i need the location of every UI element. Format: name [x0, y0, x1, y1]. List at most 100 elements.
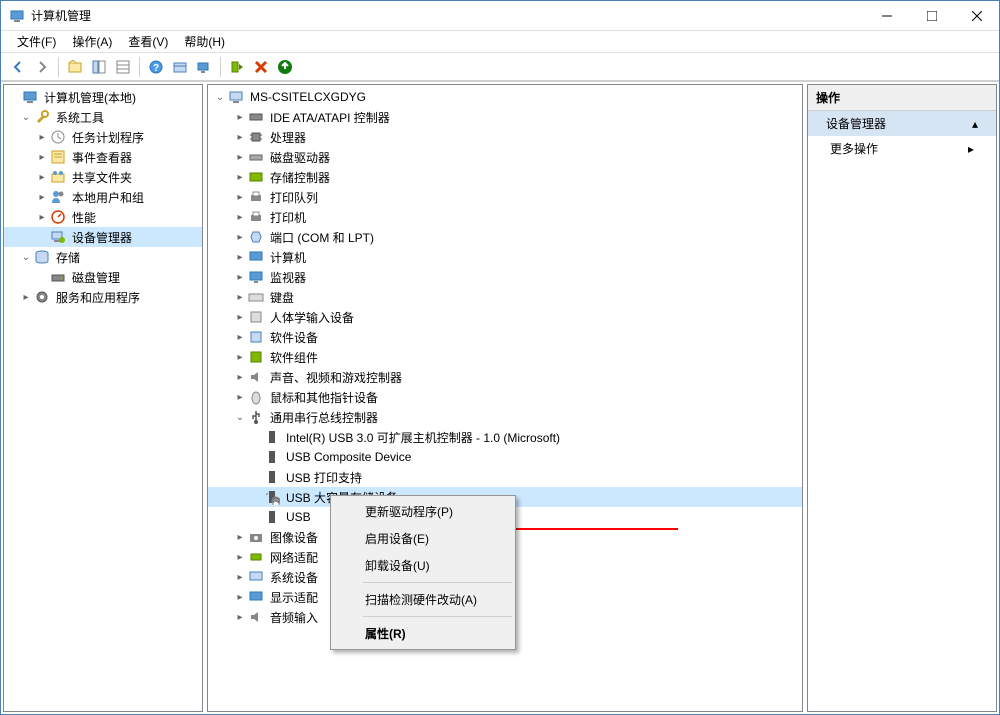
content-area: ▸ 计算机管理(本地) ⌄ 系统工具 ▸ 任务计划程序 ▸ 事件	[1, 81, 999, 714]
props-toolbar-button[interactable]	[88, 56, 110, 78]
expand-icon[interactable]: ▸	[34, 132, 50, 143]
tree-performance[interactable]: ▸ 性能	[4, 207, 202, 227]
collapse-icon[interactable]: ⌄	[232, 412, 248, 423]
tree-shared-folders[interactable]: ▸ 共享文件夹	[4, 167, 202, 187]
device-software-devices[interactable]: ▸软件设备	[208, 327, 802, 347]
device-ide[interactable]: ▸IDE ATA/ATAPI 控制器	[208, 107, 802, 127]
forward-button[interactable]	[31, 56, 53, 78]
expand-icon[interactable]: ▸	[34, 192, 50, 203]
expand-icon[interactable]: ▸	[232, 612, 248, 623]
expand-icon[interactable]: ▸	[232, 312, 248, 323]
list-toolbar-button[interactable]	[112, 56, 134, 78]
window-controls	[864, 1, 999, 30]
view-toolbar-button[interactable]	[169, 56, 191, 78]
device-software-components[interactable]: ▸软件组件	[208, 347, 802, 367]
device-keyboards[interactable]: ▸键盘	[208, 287, 802, 307]
tree-root[interactable]: ▸ 计算机管理(本地)	[4, 87, 202, 107]
menu-help[interactable]: 帮助(H)	[176, 31, 233, 52]
context-scan-hardware[interactable]: 扫描检测硬件改动(A)	[333, 586, 513, 613]
audio-input-icon	[248, 609, 264, 625]
menu-file[interactable]: 文件(F)	[9, 31, 64, 52]
expand-icon[interactable]: ▸	[232, 572, 248, 583]
help-toolbar-button[interactable]: ?	[145, 56, 167, 78]
tree-local-users[interactable]: ▸ 本地用户和组	[4, 187, 202, 207]
expand-icon[interactable]: ▸	[232, 532, 248, 543]
device-storage-controllers[interactable]: ▸存储控制器	[208, 167, 802, 187]
actions-main[interactable]: 设备管理器 ▴	[808, 111, 996, 136]
expand-icon[interactable]: ▸	[232, 112, 248, 123]
tree-device-manager[interactable]: ▸ 设备管理器	[4, 227, 202, 247]
monitor-icon	[248, 269, 264, 285]
context-update-driver[interactable]: 更新驱动程序(P)	[333, 498, 513, 525]
expand-icon[interactable]: ▸	[232, 292, 248, 303]
collapse-icon[interactable]: ⌄	[18, 252, 34, 263]
device-tree-pane: ⌄MS-CSITELCXGDYG ▸IDE ATA/ATAPI 控制器 ▸处理器…	[207, 84, 803, 712]
expand-icon[interactable]: ▸	[232, 232, 248, 243]
device-computer[interactable]: ▸计算机	[208, 247, 802, 267]
tree-storage[interactable]: ⌄ 存储	[4, 247, 202, 267]
device-usb-composite[interactable]: USB Composite Device	[208, 447, 802, 467]
expand-icon[interactable]: ▸	[34, 152, 50, 163]
device-usb-controllers[interactable]: ⌄通用串行总线控制器	[208, 407, 802, 427]
device-usb-print[interactable]: USB 打印支持	[208, 467, 802, 487]
collapse-icon[interactable]: ⌄	[18, 112, 34, 123]
device-disk-drives[interactable]: ▸磁盘驱动器	[208, 147, 802, 167]
actions-more[interactable]: 更多操作 ▸	[808, 136, 996, 161]
disable-toolbar-button[interactable]	[250, 56, 272, 78]
device-print-queues[interactable]: ▸打印队列	[208, 187, 802, 207]
device-printers[interactable]: ▸ 打印机	[208, 207, 802, 227]
display-icon	[248, 589, 264, 605]
tree-task-scheduler[interactable]: ▸ 任务计划程序	[4, 127, 202, 147]
back-button[interactable]	[7, 56, 29, 78]
expand-icon[interactable]: ▸	[232, 192, 248, 203]
device-label: Intel(R) USB 3.0 可扩展主机控制器 - 1.0 (Microso…	[284, 428, 562, 447]
menu-action[interactable]: 操作(A)	[64, 31, 120, 52]
device-mice[interactable]: ▸鼠标和其他指针设备	[208, 387, 802, 407]
tree-disk-management[interactable]: ▸ 磁盘管理	[4, 267, 202, 287]
device-usb-xhci[interactable]: Intel(R) USB 3.0 可扩展主机控制器 - 1.0 (Microso…	[208, 427, 802, 447]
device-processors[interactable]: ▸处理器	[208, 127, 802, 147]
expand-icon[interactable]: ▸	[232, 372, 248, 383]
collapse-icon[interactable]: ⌄	[212, 92, 228, 103]
update-toolbar-button[interactable]	[274, 56, 296, 78]
device-hid[interactable]: ▸人体学输入设备	[208, 307, 802, 327]
tree-system-tools[interactable]: ⌄ 系统工具	[4, 107, 202, 127]
expand-icon[interactable]: ▸	[18, 292, 34, 303]
context-uninstall-device[interactable]: 卸载设备(U)	[333, 552, 513, 579]
navigation-tree[interactable]: ▸ 计算机管理(本地) ⌄ 系统工具 ▸ 任务计划程序 ▸ 事件	[4, 85, 202, 309]
close-button[interactable]	[954, 1, 999, 30]
expand-icon[interactable]: ▸	[232, 552, 248, 563]
device-label: 声音、视频和游戏控制器	[268, 368, 404, 387]
expand-icon[interactable]: ▸	[34, 172, 50, 183]
expand-icon[interactable]: ▸	[34, 212, 50, 223]
tree-services[interactable]: ▸ 服务和应用程序	[4, 287, 202, 307]
clock-icon	[50, 129, 66, 145]
expand-icon[interactable]: ▸	[232, 172, 248, 183]
tree-event-viewer[interactable]: ▸ 事件查看器	[4, 147, 202, 167]
expand-icon[interactable]: ▸	[232, 592, 248, 603]
maximize-button[interactable]	[909, 1, 954, 30]
expand-icon[interactable]: ▸	[232, 272, 248, 283]
device-label: USB 打印支持	[284, 468, 364, 487]
context-properties[interactable]: 属性(R)	[333, 620, 513, 647]
expand-icon[interactable]: ▸	[232, 332, 248, 343]
device-root[interactable]: ⌄MS-CSITELCXGDYG	[208, 87, 802, 107]
expand-icon[interactable]: ▸	[232, 212, 248, 223]
device-label: 打印机	[268, 208, 308, 227]
show-hide-tree-button[interactable]	[64, 56, 86, 78]
device-monitors[interactable]: ▸监视器	[208, 267, 802, 287]
menu-view[interactable]: 查看(V)	[120, 31, 176, 52]
expand-icon[interactable]: ▸	[232, 252, 248, 263]
expand-icon[interactable]: ▸	[232, 392, 248, 403]
expand-icon[interactable]: ▸	[232, 152, 248, 163]
toolbar-separator	[58, 57, 59, 77]
expand-icon[interactable]: ▸	[232, 132, 248, 143]
device-audio[interactable]: ▸ 声音、视频和游戏控制器	[208, 367, 802, 387]
context-enable-device[interactable]: 启用设备(E)	[333, 525, 513, 552]
expand-icon[interactable]: ▸	[232, 352, 248, 363]
enable-toolbar-button[interactable]	[226, 56, 248, 78]
scan-toolbar-button[interactable]	[193, 56, 215, 78]
window-title: 计算机管理	[31, 7, 864, 24]
minimize-button[interactable]	[864, 1, 909, 30]
device-ports[interactable]: ▸端口 (COM 和 LPT)	[208, 227, 802, 247]
